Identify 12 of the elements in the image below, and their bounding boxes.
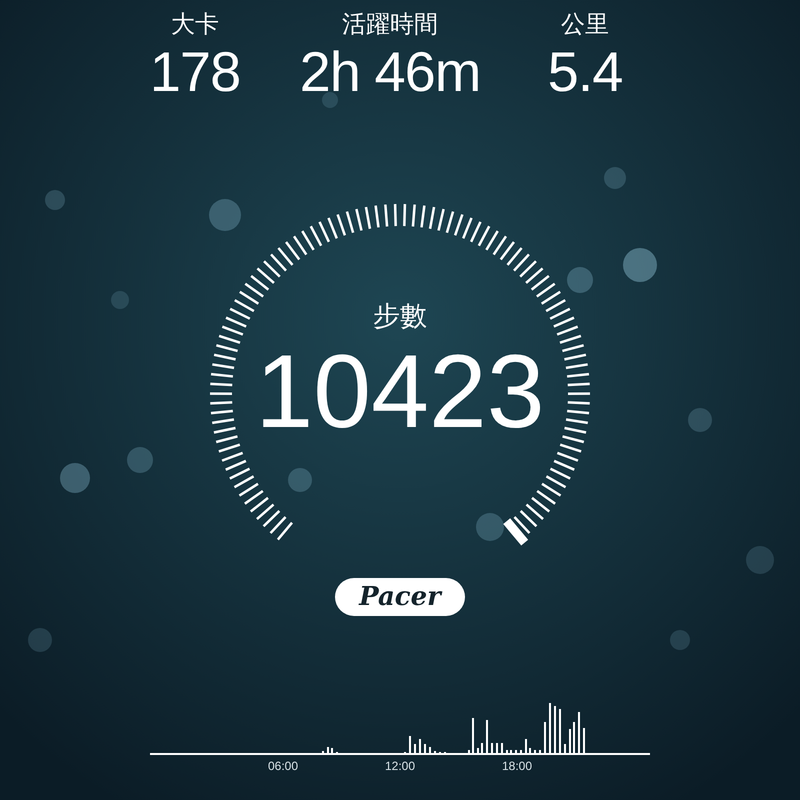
time-label: 18:00	[502, 759, 532, 773]
stat-label: 公里	[560, 10, 609, 40]
stat-value: 178	[150, 40, 240, 104]
stat-value: 2h 46m	[300, 40, 480, 104]
time-label: 06:00	[268, 759, 298, 773]
logo: Pacer	[335, 578, 465, 616]
stat-label: 大卡	[171, 10, 219, 40]
steps-count: 10423	[255, 337, 545, 447]
steps-label: 步數	[373, 300, 427, 333]
stat-label: 活躍時間	[342, 10, 438, 40]
stat-value: 5.4	[548, 40, 622, 104]
time-label: 12:00	[384, 759, 416, 773]
